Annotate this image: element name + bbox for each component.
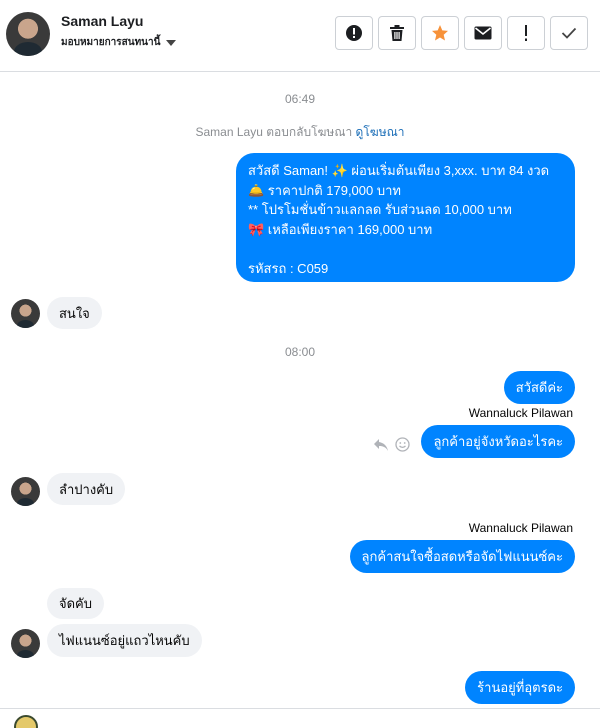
report-button[interactable]: [335, 16, 373, 50]
timestamp: 06:49: [284, 92, 316, 106]
contact-name[interactable]: Saman Layu: [61, 13, 143, 29]
page-avatar-icon: [14, 715, 38, 728]
promo-message-bubble: สวัสดี Saman! ✨ ผ่อนเริ่มต้นเพียง 3,xxx.…: [236, 153, 575, 282]
emoji-reaction-icon[interactable]: [395, 437, 410, 457]
delete-button[interactable]: [378, 16, 416, 50]
incoming-message: จัดคับ: [47, 588, 105, 619]
reply-icon[interactable]: [373, 438, 389, 457]
exclamation-circle-icon: [345, 24, 363, 42]
contact-avatar-small: [11, 299, 40, 328]
chevron-down-icon: [166, 40, 177, 46]
sender-name: Wannaluck Pilawan: [468, 406, 573, 420]
check-icon: [561, 27, 577, 39]
outgoing-message: ลูกค้าสนใจซื้อสดหรือจัดไฟแนนซ์คะ: [349, 540, 575, 573]
envelope-icon: [474, 26, 492, 40]
star-icon: [431, 24, 449, 42]
promo-line: รหัสรถ : C059: [248, 260, 329, 276]
ad-reply-text: Saman Layu ตอบกลับโฆษณา: [195, 125, 353, 139]
contact-avatar-small: [11, 629, 40, 658]
mark-unread-button[interactable]: [464, 16, 502, 50]
trash-icon: [389, 24, 405, 42]
incoming-message: ลำปางคับ: [47, 473, 126, 505]
message-actions: [373, 437, 410, 457]
assign-conversation-dropdown[interactable]: มอบหมายการสนทนานี้: [61, 35, 177, 50]
incoming-message: ไฟแนนซ์อยู่แถวไหนคับ: [47, 624, 202, 657]
promo-line: ** โปรโมชั่นข้าวแลกลด รับส่วนลด 10,000 บ…: [248, 202, 512, 217]
assign-label: มอบหมายการสนทนานี้: [61, 37, 161, 48]
star-button[interactable]: [421, 16, 459, 50]
incoming-message: สนใจ: [47, 297, 102, 329]
contact-avatar[interactable]: [6, 12, 50, 56]
view-ad-link[interactable]: ดูโฆษณา: [356, 125, 405, 139]
done-button[interactable]: [550, 16, 588, 50]
important-button[interactable]: [507, 16, 545, 50]
exclamation-icon: [523, 24, 529, 42]
conversation-header: Saman Layu มอบหมายการสนทนานี้: [0, 0, 600, 72]
sender-name: Wannaluck Pilawan: [468, 521, 573, 535]
message-composer[interactable]: [0, 708, 600, 728]
promo-line: 🛎️ ราคาปกติ 179,000 บาท: [248, 182, 401, 198]
outgoing-message: ลูกค้าอยู่จังหวัดอะไรคะ: [421, 425, 575, 458]
contact-avatar-small: [11, 477, 40, 506]
promo-line: 🎀 เหลือเพียงราคา 169,000 บาท: [248, 221, 433, 237]
outgoing-message: สวัสดีค่ะ: [503, 371, 575, 404]
timestamp: 08:00: [284, 345, 316, 359]
outgoing-message: ร้านอยู่ที่อุตรดะ: [465, 671, 575, 704]
promo-line: [248, 239, 565, 259]
promo-line: สวัสดี Saman! ✨ ผ่อนเริ่มต้นเพียง 3,xxx.…: [248, 163, 550, 178]
ad-reply-note: Saman Layu ตอบกลับโฆษณา ดูโฆษณา: [0, 123, 600, 142]
